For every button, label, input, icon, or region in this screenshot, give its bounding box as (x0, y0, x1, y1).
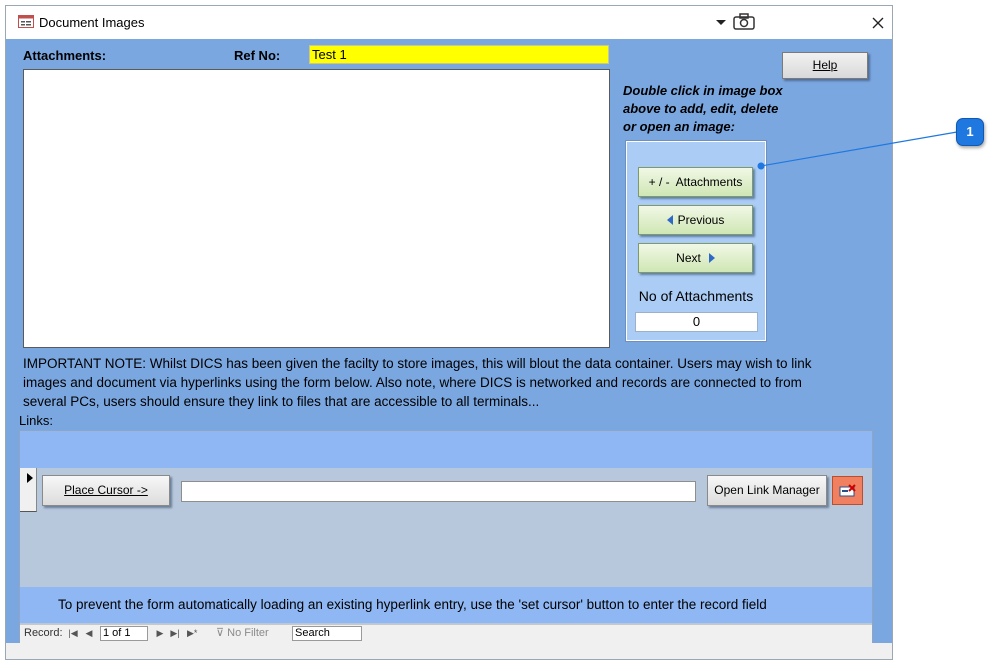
callout-badge: 1 (956, 118, 984, 146)
callout-connector (757, 131, 958, 170)
